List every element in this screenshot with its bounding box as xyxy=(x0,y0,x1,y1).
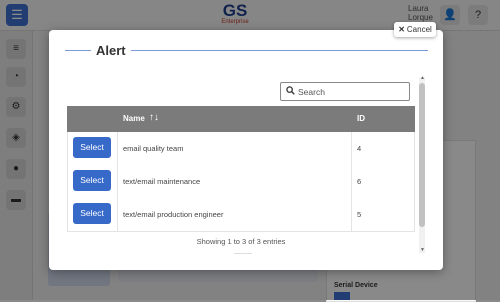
table-left-border xyxy=(67,132,68,231)
row-name: text/email maintenance xyxy=(123,177,201,186)
scroll-up-icon[interactable]: ▲ xyxy=(420,75,425,81)
alert-modal: Alert Search ▲ ▼ Name ↑↓ ID Select email… xyxy=(49,30,443,270)
select-button[interactable]: Select xyxy=(73,137,111,158)
table-row: Select text/email maintenance 6 xyxy=(67,165,415,199)
row-id: 4 xyxy=(357,144,362,153)
row-name: email quality team xyxy=(123,144,184,153)
column-header-name[interactable]: Name xyxy=(123,114,145,123)
table-row: Select email quality team 4 xyxy=(67,132,415,166)
row-id: 5 xyxy=(357,210,362,219)
scrollbar-thumb[interactable] xyxy=(419,83,425,227)
select-cell: Select xyxy=(67,198,118,231)
select-cell: Select xyxy=(67,165,118,198)
table-row: Select text/email production engineer 5 xyxy=(67,198,415,232)
select-button[interactable]: Select xyxy=(73,203,111,224)
sort-icon[interactable]: ↑↓ xyxy=(149,112,159,123)
table-info: Showing 1 to 3 of 3 entries xyxy=(196,237,286,246)
table-header: Name ↑↓ ID xyxy=(67,106,415,132)
search-icon xyxy=(286,86,295,95)
search-placeholder: Search xyxy=(298,87,325,97)
select-button[interactable]: Select xyxy=(73,170,111,191)
scroll-down-icon[interactable]: ▼ xyxy=(420,247,425,253)
row-name: text/email production engineer xyxy=(123,210,224,219)
select-cell: Select xyxy=(67,132,118,165)
column-header-id[interactable]: ID xyxy=(357,114,365,123)
row-id: 6 xyxy=(357,177,362,186)
close-icon: ✕ xyxy=(398,25,405,34)
pagination-divider xyxy=(234,253,252,254)
cancel-button[interactable]: ✕ Cancel xyxy=(394,22,436,37)
modal-title: Alert xyxy=(96,43,126,58)
title-rule-left xyxy=(65,50,91,51)
search-input[interactable]: Search xyxy=(280,82,410,101)
table-right-border xyxy=(414,132,415,231)
title-rule-right xyxy=(131,50,428,51)
cancel-label: Cancel xyxy=(406,25,432,34)
